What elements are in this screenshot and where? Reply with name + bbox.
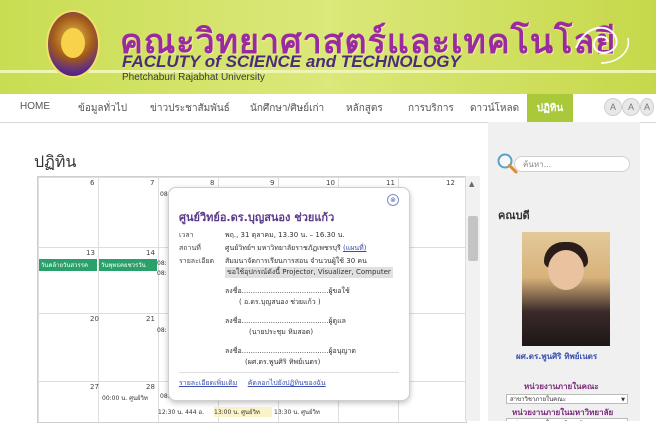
dean-name[interactable]: ผศ.ดร.พูนศิริ ทิพย์เนตร <box>516 350 597 363</box>
internal-units-label: หน่วยงานภายในคณะ <box>524 382 599 391</box>
popup-divider <box>179 372 399 373</box>
day-28[interactable]: 28 <box>146 383 155 391</box>
university-logo[interactable] <box>46 10 100 78</box>
detail-line-2: ขอใช้อุปกรณ์ดังนี้ Projector, Visualizer… <box>225 267 393 278</box>
internal-units-select[interactable]: สาขาวิชาภายในคณะ <box>506 394 628 405</box>
search-icon[interactable] <box>496 152 518 174</box>
close-icon[interactable]: ⊗ <box>387 194 399 206</box>
day-13[interactable]: 13 <box>86 249 95 257</box>
sidebar: ค้นหา... คณบดี ผศ.ดร.พูนศิริ ทิพย์เนตร ห… <box>488 122 640 421</box>
signature-line-supervisor: ลงชื่อ..................................… <box>225 317 346 325</box>
map-link[interactable]: (แผนที่) <box>343 244 366 252</box>
copy-to-calendar-link[interactable]: คัดลอกไปยังปฏิทินของฉัน <box>248 379 326 387</box>
time-value: พฤ., 31 ตุลาคม, 13.30 น. – 16.30 น. <box>225 231 345 239</box>
logo-emblem <box>61 28 85 58</box>
font-large-button[interactable]: A <box>640 98 654 116</box>
calendar-event[interactable]: 00:00 น. ศูนย์วิท <box>102 393 148 403</box>
nav-download[interactable]: ดาวน์โหลด <box>470 101 519 116</box>
detail-line-1: สัมมนาจัดการเรียนการสอน จำนวนผู้ใช้ 30 ค… <box>225 257 367 265</box>
time-label: เวลา <box>179 231 194 239</box>
day-11[interactable]: 11 <box>386 179 395 187</box>
event-title: ศูนย์วิทย์อ.ดร.บุญสนอง ช่วยแก้ว <box>179 211 335 224</box>
dean-photo <box>522 232 610 346</box>
popup-links: รายละเอียดเพิ่มเติม คัดลอกไปยังปฏิทินของ… <box>179 378 326 389</box>
nav-home[interactable]: HOME <box>20 101 50 112</box>
university-name: Phetchaburi Rajabhat University <box>122 72 265 83</box>
dean-face <box>548 250 584 290</box>
nav-about[interactable]: ข้อมูลทั่วไป <box>78 101 127 116</box>
font-medium-button[interactable]: A <box>622 98 640 116</box>
calendar-event[interactable]: 08: <box>157 270 167 277</box>
day-8[interactable]: 8 <box>210 179 214 187</box>
calendar-scrollbar[interactable]: ▲ <box>465 176 480 421</box>
place-label: สถานที่ <box>179 244 201 252</box>
calendar-event-holiday[interactable]: วันคล้ายวันสวรรค <box>39 259 97 271</box>
nav-news[interactable]: ข่าวประชาสัมพันธ์ <box>150 101 230 116</box>
requester-name: ( อ.ดร.บุญสนอง ช่วยแก้ว ) <box>239 298 321 306</box>
approver-name: (ผศ.ดร.พูนศิริ ทิพย์เนตร) <box>245 358 321 366</box>
day-21[interactable]: 21 <box>146 315 155 323</box>
nav-services[interactable]: การบริการ <box>408 101 454 116</box>
day-7[interactable]: 7 <box>150 179 154 187</box>
day-6[interactable]: 6 <box>90 179 94 187</box>
calendar-event-holiday[interactable]: วันพุทธคยชวรวัน <box>99 259 157 271</box>
font-small-button[interactable]: A <box>604 98 622 116</box>
detail-label: รายละเอียด <box>179 257 215 265</box>
calendar-event[interactable]: 13:00 น. ศูนย์วิท <box>214 407 272 417</box>
signature-line-approver: ลงชื่อ..................................… <box>225 347 356 355</box>
calendar-event[interactable]: 12:30 น. 444 อ. <box>158 407 214 417</box>
day-20[interactable]: 20 <box>90 315 99 323</box>
calendar-event[interactable]: 08: <box>157 327 167 334</box>
dean-heading: คณบดี <box>498 209 530 222</box>
search-input[interactable]: ค้นหา... <box>514 156 630 172</box>
page-title: ปฏิทิน <box>34 154 77 171</box>
calendar-event[interactable]: 08: <box>157 260 167 267</box>
day-14[interactable]: 14 <box>146 249 155 257</box>
day-12[interactable]: 12 <box>446 179 455 187</box>
calendar-event[interactable]: 13:30 น. ศูนย์วิท <box>274 407 334 417</box>
nav-students[interactable]: นักศึกษา/ศิษย์เก่า <box>250 101 324 116</box>
event-popup: ⊗ ศูนย์วิทย์อ.ดร.บุญสนอง ช่วยแก้ว เวลา พ… <box>168 187 410 401</box>
day-9[interactable]: 9 <box>270 179 274 187</box>
signature-line-requester: ลงชื่อ..................................… <box>225 287 350 295</box>
supervisor-name: (นายประชุม หิมสอด) <box>249 328 314 336</box>
nav-calendar[interactable]: ปฏิทิน <box>527 94 573 127</box>
day-27[interactable]: 27 <box>90 383 99 391</box>
day-10[interactable]: 10 <box>326 179 335 187</box>
more-details-link[interactable]: รายละเอียดเพิ่มเติม <box>179 379 237 387</box>
faculty-english-title: FACLUTY of SCIENCE and TECHNOLOGY <box>122 52 461 71</box>
nav-calendar-label: ปฏิทิน <box>536 103 564 114</box>
scroll-up-icon[interactable]: ▲ <box>469 180 474 188</box>
scroll-thumb[interactable] <box>468 216 478 261</box>
header-banner: คณะวิทยาศาสตร์และเทคโนโลยี FACLUTY of SC… <box>0 0 656 94</box>
place-value: ศูนย์วิทย์ฯ มหาวิทยาลัยราชภัฏเพชรบุรี <box>225 244 341 252</box>
place-value-row: ศูนย์วิทย์ฯ มหาวิทยาลัยราชภัฏเพชรบุรี (แ… <box>225 243 366 254</box>
nav-curriculum[interactable]: หลักสูตร <box>346 101 383 116</box>
swirl-decoration-icon <box>575 26 630 64</box>
